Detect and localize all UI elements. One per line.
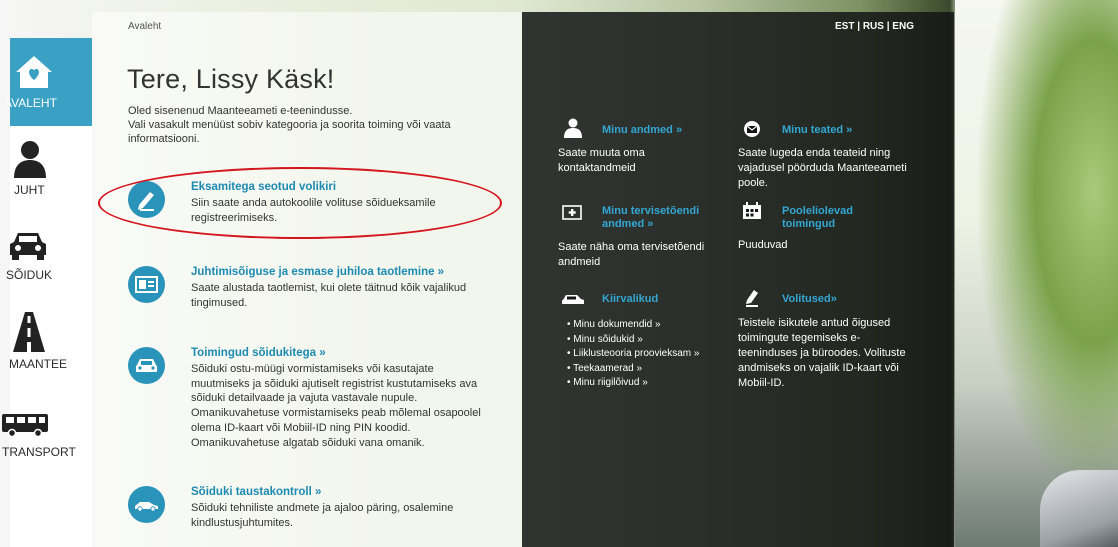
quick-link-state-fees[interactable]: Minu riigilõivud » [567, 376, 699, 391]
sidebar-item-home[interactable]: AVALEHT [4, 38, 92, 126]
authorizations-link[interactable]: Volitused» [782, 293, 837, 306]
car-image [1040, 470, 1118, 547]
id-card-icon [128, 266, 165, 303]
my-data-link[interactable]: Minu andmed » [602, 124, 682, 137]
person-icon [564, 118, 582, 138]
road-background [955, 0, 1118, 547]
pending-title-line-2: toimingud [782, 218, 836, 230]
breadcrumb[interactable]: Avaleht [128, 21, 161, 32]
pen-icon [746, 290, 758, 307]
page-frame: AVALEHT JUHT SÕIDUK MAANTEE TRANSPORT Av… [0, 0, 1118, 547]
lang-est[interactable]: EST [835, 21, 854, 32]
sidebar-item-label: AVALEHT [4, 96, 57, 110]
sidebar-item-vehicle[interactable]: SÕIDUK [6, 214, 92, 302]
entry-title[interactable]: Toimingud sõidukitega » [191, 347, 326, 359]
sidebar-item-label: JUHT [14, 183, 45, 197]
health-certificate-link[interactable]: Minu tervisetõendi andmed » [602, 205, 699, 231]
health-title-line-2: andmed » [602, 218, 654, 230]
calendar-icon [743, 202, 761, 219]
sidebar-item-road[interactable]: MAANTEE [9, 302, 92, 390]
car-icon [10, 233, 46, 260]
health-certificate-text: Saate näha oma tervisetõendi andmeid [558, 241, 705, 268]
quick-link-documents[interactable]: Minu dokumendid » [567, 318, 699, 333]
quick-link-vehicles[interactable]: Minu sõidukid » [567, 333, 699, 348]
sidebar-item-label: MAANTEE [9, 357, 68, 371]
highlight-annotation [98, 167, 502, 239]
entry-desc: Sõiduki ostu-müügi vormistamiseks või ka… [191, 363, 481, 449]
home-icon [16, 56, 52, 88]
intro-line-2: Vali vasakult menüüst sobiv kategooria j… [128, 119, 451, 145]
driver-icon [14, 141, 46, 178]
intro-text: Oled sisenenud Maanteeameti e-teeninduss… [128, 104, 488, 146]
quick-links-list: Minu dokumendid » Minu sõidukid » Liiklu… [567, 318, 699, 391]
road-icon [13, 312, 45, 352]
quick-link-theory-exam[interactable]: Liiklusteooria proovieksam » [567, 347, 699, 362]
lang-eng[interactable]: ENG [892, 21, 914, 32]
bus-icon [2, 414, 48, 438]
car-icon [128, 347, 165, 384]
car-side-icon [128, 486, 165, 523]
sidebar-item-label: TRANSPORT [2, 445, 76, 459]
sidebar-item-transport[interactable]: TRANSPORT [2, 390, 92, 478]
sidebar: AVALEHT JUHT SÕIDUK MAANTEE TRANSPORT [2, 38, 92, 547]
medical-icon [562, 205, 582, 220]
authorizations-text: Teistele isikutele antud õigused toiming… [738, 317, 906, 389]
my-messages-text: Saate lugeda enda teateid ning vajadusel… [738, 147, 907, 189]
car-icon [562, 295, 584, 304]
quick-link-road-cameras[interactable]: Teekaamerad » [567, 362, 699, 377]
pending-title-line-1: Pooleliolevad [782, 205, 853, 217]
my-data-text: Saate muuta oma kontaktandmeid [558, 147, 645, 174]
entry-desc: Sõiduki tehniliste andmete ja ajaloo pär… [191, 502, 454, 529]
entry-title[interactable]: Sõiduki taustakontroll » [191, 486, 321, 498]
pending-operations-link[interactable]: Pooleliolevad toimingud [782, 205, 853, 231]
intro-line-1: Oled sisenenud Maanteeameti e-teeninduss… [128, 105, 353, 117]
lang-rus[interactable]: RUS [863, 21, 884, 32]
entry-title[interactable]: Juhtimisõiguse ja esmase juhiloa taotlem… [191, 266, 444, 278]
lang-separator: | [854, 21, 863, 32]
sidebar-item-driver[interactable]: JUHT [10, 126, 92, 214]
entry-desc: Saate alustada taotlemist, kui olete täi… [191, 282, 467, 309]
quick-links-title: Kiirvalikud [602, 293, 659, 305]
health-title-line-1: Minu tervisetõendi [602, 205, 700, 217]
pending-operations-text: Puuduvad [738, 239, 788, 251]
page-title: Tere, Lissy Käsk! [127, 64, 335, 94]
quick-panel [522, 12, 954, 547]
language-switcher: EST | RUS | ENG [835, 21, 914, 32]
my-messages-link[interactable]: Minu teated » [782, 124, 852, 137]
sidebar-item-label: SÕIDUK [6, 268, 53, 282]
envelope-icon [744, 121, 760, 137]
